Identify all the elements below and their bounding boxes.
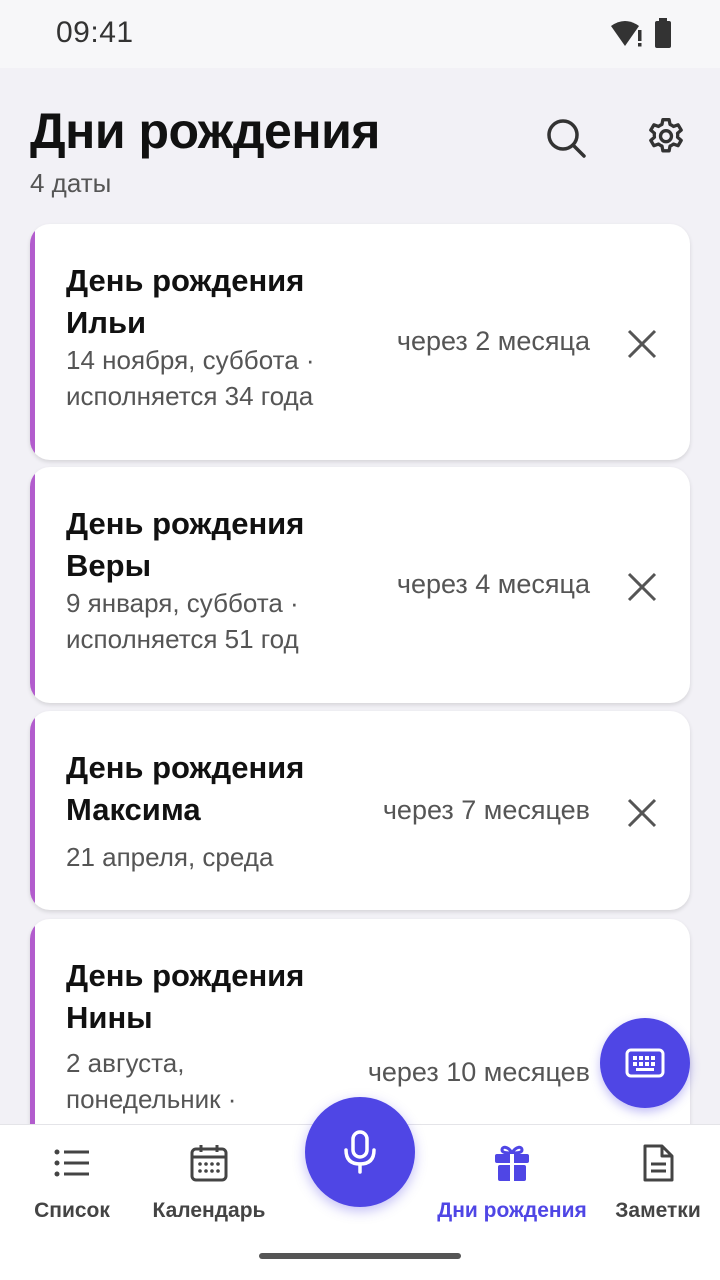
- dates-count: 4 даты: [30, 168, 112, 198]
- birthday-details: 21 апреля, среда: [66, 839, 366, 875]
- note-icon: [642, 1143, 674, 1183]
- birthday-title: День рождения Ильи: [66, 263, 305, 340]
- birthday-date: 9 января, суббота ·: [66, 588, 299, 618]
- nav-label: Заметки: [615, 1199, 701, 1222]
- search-button[interactable]: [534, 106, 598, 170]
- birthday-age: исполняется 34 года: [66, 381, 314, 411]
- time-until: через 7 месяцев: [382, 795, 590, 825]
- birthdays-screen: Дни рождения 4 даты День рождения Ильи 1…: [0, 68, 720, 1124]
- settings-button[interactable]: [634, 106, 698, 170]
- time-until: через 4 месяца: [396, 569, 590, 599]
- close-icon: [627, 572, 657, 602]
- screen: 09:41 Дни рождения 4 даты День рождения …: [0, 0, 720, 1280]
- time-until: через 10 месяцев: [367, 1057, 590, 1087]
- search-icon: [547, 119, 586, 158]
- birthday-title: День рождения Нины: [66, 958, 305, 1035]
- close-icon: [627, 798, 657, 828]
- birthday-date: 14 ноября, суббота ·: [66, 345, 315, 375]
- status-time: 09:41: [56, 16, 134, 49]
- birthday-date: 2 августа,: [66, 1048, 185, 1078]
- birthday-title: День рождения Веры: [66, 506, 305, 583]
- remove-button[interactable]: [620, 791, 664, 835]
- nav-item-birthdays[interactable]: Дни рождения: [430, 1125, 594, 1235]
- remove-button[interactable]: [620, 565, 664, 609]
- birthday-card[interactable]: День рождения Ильи 14 ноября, суббота · …: [30, 224, 690, 460]
- remove-button[interactable]: [620, 322, 664, 366]
- gift-icon: [494, 1143, 530, 1183]
- birthday-card[interactable]: День рождения Максима 21 апреля, среда ч…: [30, 711, 690, 910]
- birthday-details: 2 августа, понедельник ·: [66, 1045, 326, 1117]
- nav-label: Календарь: [152, 1199, 266, 1222]
- nav-label: Список: [34, 1199, 110, 1222]
- wifi-alert-icon: [610, 18, 644, 53]
- microphone-icon: [344, 1130, 376, 1174]
- birthday-age: исполняется 51 год: [66, 624, 299, 654]
- home-indicator[interactable]: [259, 1253, 461, 1259]
- page-title: Дни рождения: [30, 103, 380, 159]
- keyboard-icon: [625, 1048, 665, 1078]
- calendar-icon: [190, 1143, 228, 1183]
- status-icons: [610, 18, 672, 53]
- nav-item-notes[interactable]: Заметки: [610, 1125, 706, 1235]
- nav-item-calendar[interactable]: Календарь: [146, 1125, 272, 1235]
- close-icon: [627, 329, 657, 359]
- birthday-card[interactable]: День рождения Нины 2 августа, понедельни…: [30, 919, 690, 1124]
- birthday-card[interactable]: День рождения Веры 9 января, суббота · и…: [30, 467, 690, 703]
- nav-label: Дни рождения: [437, 1199, 587, 1222]
- nav-item-list[interactable]: Список: [22, 1125, 122, 1235]
- time-until: через 2 месяца: [396, 326, 590, 356]
- status-bar: 09:41: [0, 0, 720, 68]
- birthday-date-continued: понедельник ·: [66, 1084, 237, 1114]
- gear-icon: [649, 118, 683, 153]
- birthday-details: 14 ноября, суббота · исполняется 34 года: [66, 342, 366, 414]
- voice-input-button[interactable]: [305, 1097, 415, 1207]
- birthday-date: 21 апреля, среда: [66, 842, 274, 872]
- keyboard-input-button[interactable]: [600, 1018, 690, 1108]
- birthday-title: День рождения Максима: [66, 750, 305, 827]
- battery-icon: [654, 18, 672, 53]
- birthday-details: 9 января, суббота · исполняется 51 год: [66, 585, 366, 657]
- list-icon: [54, 1143, 90, 1183]
